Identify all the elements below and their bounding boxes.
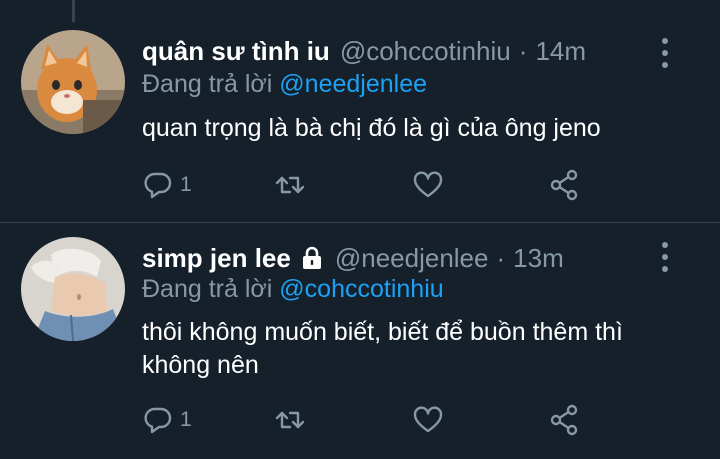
tweet-header: simp jen lee @needjenlee · 13m bbox=[142, 240, 564, 276]
person-avatar-image bbox=[21, 237, 125, 341]
heart-icon bbox=[413, 406, 443, 433]
tweet-text: quan trọng là bà chị đó là gì của ông je… bbox=[142, 114, 601, 142]
reply-prefix: Đang trả lời bbox=[142, 275, 273, 303]
handle[interactable]: @needjenlee bbox=[335, 243, 489, 274]
retweet-button[interactable] bbox=[274, 167, 306, 203]
more-options-icon[interactable] bbox=[655, 240, 675, 274]
lock-icon bbox=[302, 246, 321, 269]
reply-prefix: Đang trả lời bbox=[142, 70, 273, 98]
action-bar: 1 bbox=[142, 402, 602, 438]
tweet[interactable]: quân sư tình iu @cohccotinhiu · 14m Đang… bbox=[0, 0, 720, 222]
retweet-button[interactable] bbox=[274, 402, 306, 438]
avatar[interactable] bbox=[21, 237, 125, 341]
heart-icon bbox=[413, 171, 443, 198]
handle[interactable]: @cohccotinhiu bbox=[340, 36, 511, 67]
reply-to-mention[interactable]: @needjenlee bbox=[279, 70, 427, 98]
separator: · bbox=[518, 35, 528, 66]
reply-context: Đang trả lời @needjenlee bbox=[142, 70, 427, 104]
share-button[interactable] bbox=[548, 402, 580, 438]
display-name[interactable]: simp jen lee bbox=[142, 243, 291, 274]
retweet-icon bbox=[275, 411, 305, 429]
reply-context: Đang trả lời @cohccotinhiu bbox=[142, 275, 444, 309]
tweet[interactable]: simp jen lee @needjenlee · 13m Đang trả … bbox=[0, 222, 720, 459]
like-button[interactable] bbox=[412, 167, 444, 203]
timestamp[interactable]: 14m bbox=[535, 36, 586, 67]
share-icon bbox=[550, 169, 578, 201]
reply-count: 1 bbox=[180, 408, 192, 431]
retweet-icon bbox=[275, 176, 305, 194]
avatar[interactable] bbox=[21, 30, 125, 134]
reply-icon bbox=[144, 407, 172, 434]
share-button[interactable] bbox=[548, 167, 580, 203]
timestamp[interactable]: 13m bbox=[513, 243, 564, 274]
reply-button[interactable]: 1 bbox=[142, 167, 192, 203]
share-icon bbox=[550, 404, 578, 436]
reply-button[interactable]: 1 bbox=[142, 402, 192, 438]
reply-icon bbox=[144, 172, 172, 199]
separator: · bbox=[496, 242, 506, 273]
tweet-header: quân sư tình iu @cohccotinhiu · 14m bbox=[142, 33, 586, 69]
tweet-text: thôi không muốn biết, biết để buồn thêm … bbox=[142, 318, 623, 379]
reply-to-mention[interactable]: @cohccotinhiu bbox=[279, 275, 443, 303]
display-name[interactable]: quân sư tình iu bbox=[142, 36, 330, 67]
cat-avatar-image bbox=[21, 30, 125, 134]
like-button[interactable] bbox=[412, 402, 444, 438]
reply-count: 1 bbox=[180, 173, 192, 196]
more-options-icon[interactable] bbox=[655, 36, 675, 70]
action-bar: 1 bbox=[142, 167, 602, 203]
